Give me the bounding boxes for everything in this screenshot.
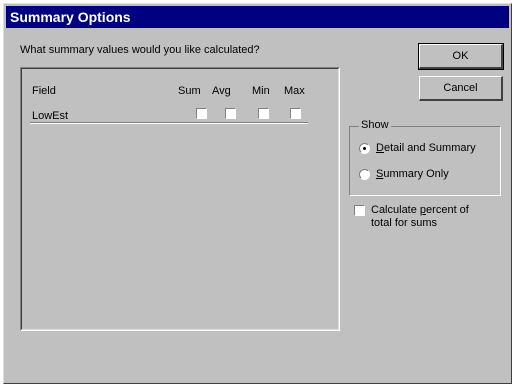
radio-detail-and-summary-label: Detail and Summary [376,142,476,154]
header-avg: Avg [212,85,231,97]
header-min: Min [252,85,270,97]
cancel-button[interactable]: Cancel [419,76,503,101]
prompt-text: What summary values would you like calcu… [20,44,260,56]
percent-text-before: Calculate [371,204,420,216]
calculate-percent-label: Calculate percent of total for sums [371,204,481,230]
summary-fields-inner: Field Sum Avg Min Max LowEst [21,68,339,330]
radio-summary-only-indicator[interactable] [359,168,370,180]
dialog-title: Summary Options [6,6,509,28]
label-rest-summary: ummary Only [383,168,449,180]
ok-button[interactable]: OK [418,43,504,70]
header-max: Max [284,85,305,97]
row-divider [30,122,308,124]
avg-checkbox[interactable] [225,108,236,119]
min-checkbox[interactable] [258,108,269,119]
header-sum: Sum [178,85,201,97]
calculate-percent-checkbox[interactable] [354,205,365,216]
mnemonic-d: D [376,142,384,154]
sum-checkbox[interactable] [196,108,207,119]
radio-selected-dot [363,146,366,150]
show-group [349,126,501,196]
max-checkbox[interactable] [290,108,301,119]
calculate-percent-option[interactable]: Calculate percent of total for sums [354,204,481,230]
summary-options-dialog: Summary Options What summary values woul… [3,3,512,384]
label-rest-detail: etail and Summary [383,142,476,154]
summary-fields-panel: Field Sum Avg Min Max LowEst [20,67,340,331]
radio-detail-and-summary[interactable]: Detail and Summary [359,142,476,154]
show-group-label: Show [359,119,391,131]
radio-detail-and-summary-indicator[interactable] [359,142,370,154]
radio-summary-only-label: Summary Only [376,168,449,180]
field-name-lowest: LowEst [32,110,69,122]
header-field: Field [32,85,56,97]
radio-summary-only[interactable]: Summary Only [359,168,449,180]
